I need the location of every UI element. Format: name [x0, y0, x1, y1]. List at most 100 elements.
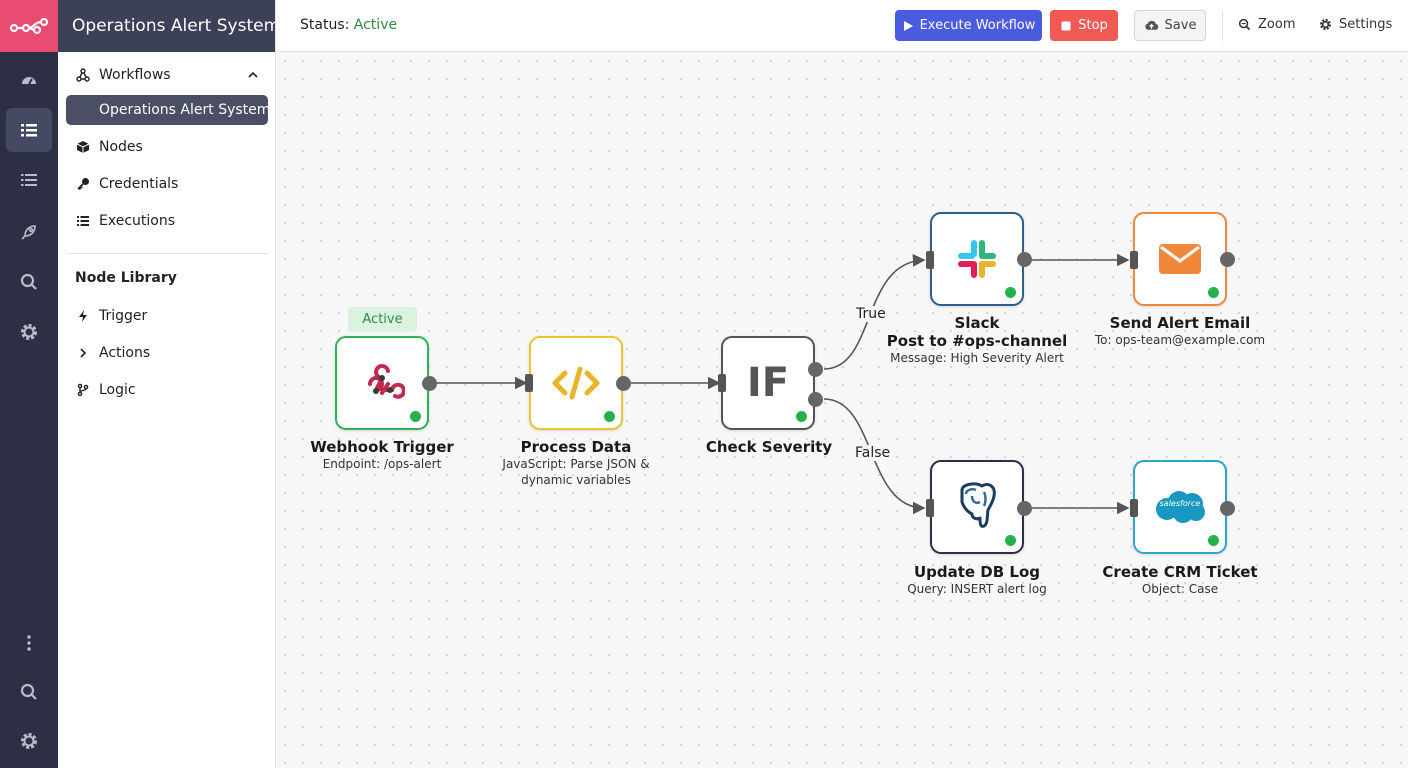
code-icon [552, 366, 600, 400]
postgres-elephant-icon [960, 482, 996, 528]
edge-label-true: True [854, 306, 888, 322]
input-port[interactable] [1130, 499, 1138, 517]
output-port[interactable] [1017, 501, 1032, 516]
node-subtitle: Endpoint: /ops-alert [322, 457, 442, 471]
status-dot [410, 411, 421, 422]
sidebar-item-label: Executions [99, 213, 175, 229]
node-check-severity[interactable]: IF [721, 336, 815, 430]
cloud-upload-icon [1144, 20, 1158, 30]
node-subtitle: Object: Case [1141, 582, 1219, 596]
gear-icon[interactable] [6, 719, 52, 763]
input-port[interactable] [926, 499, 934, 517]
gear-icon[interactable] [6, 310, 52, 354]
status-label: Status: [300, 17, 350, 33]
workflow-canvas[interactable]: True False Active Webhook Trigger Endpoi… [276, 52, 1408, 768]
slack-icon [958, 240, 996, 278]
active-badge: Active [348, 307, 417, 332]
workflow-status: Status: Active [300, 17, 397, 33]
stop-label: Stop [1078, 18, 1108, 33]
sidebar-item-actions[interactable]: Actions [66, 338, 268, 368]
input-port[interactable] [718, 374, 726, 392]
node-label: Webhook Trigger Endpoint: /ops-alert [310, 438, 454, 472]
execute-workflow-button[interactable]: Execute Workflow [895, 10, 1042, 41]
node-subtitle: To: ops-team@example.com [1094, 333, 1266, 347]
node-title: Update DB Log [913, 563, 1041, 581]
output-port[interactable] [1220, 501, 1235, 516]
node-title: Create CRM Ticket [1102, 563, 1258, 581]
node-subtitle-2: dynamic variables [521, 473, 631, 487]
node-process-data[interactable] [529, 336, 623, 430]
sidebar-item-label: Trigger [99, 308, 148, 324]
stop-icon [1061, 21, 1071, 30]
sidebar-item-trigger[interactable]: Trigger [66, 301, 268, 331]
output-port[interactable] [1017, 252, 1032, 267]
node-subtitle: Query: INSERT alert log [907, 582, 1047, 596]
sidebar-item-workflows[interactable]: Workflows [66, 60, 268, 90]
settings-button[interactable]: Settings [1319, 17, 1392, 32]
webhook-icon [368, 364, 405, 399]
node-label: Update DB Log Query: INSERT alert log [907, 563, 1047, 597]
list-alt-icon[interactable] [6, 158, 52, 202]
n8n-logo-icon[interactable] [0, 0, 58, 52]
sidebar-item-nodes[interactable]: Nodes [66, 132, 268, 162]
output-port[interactable] [422, 376, 437, 391]
if-icon: IF [746, 360, 790, 406]
node-label: Send Alert Email To: ops-team@example.co… [1095, 314, 1265, 348]
node-webhook-trigger[interactable] [335, 336, 429, 430]
salesforce-logo-text: salesforce [1159, 499, 1201, 508]
settings-label: Settings [1339, 17, 1393, 32]
key-icon [75, 176, 91, 192]
search-icon[interactable] [6, 260, 52, 304]
more-vertical-icon[interactable] [6, 621, 52, 665]
input-port[interactable] [1130, 251, 1138, 269]
node-title: Check Severity [705, 438, 833, 456]
output-port[interactable] [1220, 252, 1235, 267]
search-icon[interactable] [6, 670, 52, 714]
list-icon[interactable] [6, 108, 52, 152]
sidebar: Operations Alert System Workflows Operat… [58, 0, 280, 768]
node-send-alert-email[interactable] [1133, 212, 1227, 306]
save-button[interactable]: Save [1134, 10, 1206, 41]
zoom-label: Zoom [1258, 17, 1296, 32]
output-port[interactable] [616, 376, 631, 391]
rocket-icon[interactable] [6, 210, 52, 254]
sidebar-item-credentials[interactable]: Credentials [66, 169, 268, 199]
topbar: Status: Active Execute Workflow Stop Sav… [276, 0, 1408, 52]
bolt-icon [75, 308, 91, 324]
node-subtitle: Message: High Severity Alert [890, 351, 1064, 365]
output-port-true[interactable] [808, 362, 823, 377]
chevron-up-icon[interactable] [246, 68, 260, 82]
zoom-button[interactable]: Zoom [1238, 17, 1295, 32]
node-slack[interactable] [930, 212, 1024, 306]
node-label: Create CRM Ticket Object: Case [1102, 563, 1257, 597]
node-title-2: Post to #ops-channel [886, 332, 1068, 350]
node-title: Slack [954, 314, 1000, 332]
input-port[interactable] [926, 251, 934, 269]
node-label: Check Severity [706, 438, 832, 456]
icon-rail [0, 0, 58, 768]
node-label: Slack Post to #ops-channel Message: High… [887, 314, 1067, 366]
sidebar-item-executions[interactable]: Executions [66, 206, 268, 236]
node-title: Process Data [520, 438, 632, 456]
output-port-false[interactable] [808, 392, 823, 407]
sidebar-item-logic[interactable]: Logic [66, 375, 268, 405]
connections [437, 253, 1130, 515]
node-update-db-log[interactable] [930, 460, 1024, 554]
toolbar-divider [1222, 10, 1223, 41]
zoom-icon [1238, 18, 1251, 31]
list-icon [75, 213, 91, 229]
stop-button[interactable]: Stop [1050, 10, 1118, 41]
node-create-crm-ticket[interactable]: salesforce [1133, 460, 1227, 554]
node-title: Webhook Trigger [310, 438, 454, 456]
sidebar-item-operations-alert-system[interactable]: Operations Alert System [66, 95, 270, 125]
status-dot [796, 411, 807, 422]
dashboard-icon[interactable] [6, 58, 52, 102]
node-label: Process Data JavaScript: Parse JSON & dy… [502, 438, 649, 488]
gear-icon [1320, 19, 1331, 30]
node-subtitle: JavaScript: Parse JSON & [502, 457, 650, 471]
branch-icon [75, 382, 91, 398]
input-port[interactable] [525, 374, 533, 392]
execute-label: Execute Workflow [919, 18, 1036, 33]
app-title: Operations Alert System [58, 0, 280, 52]
sidebar-item-label: Logic [99, 382, 136, 398]
